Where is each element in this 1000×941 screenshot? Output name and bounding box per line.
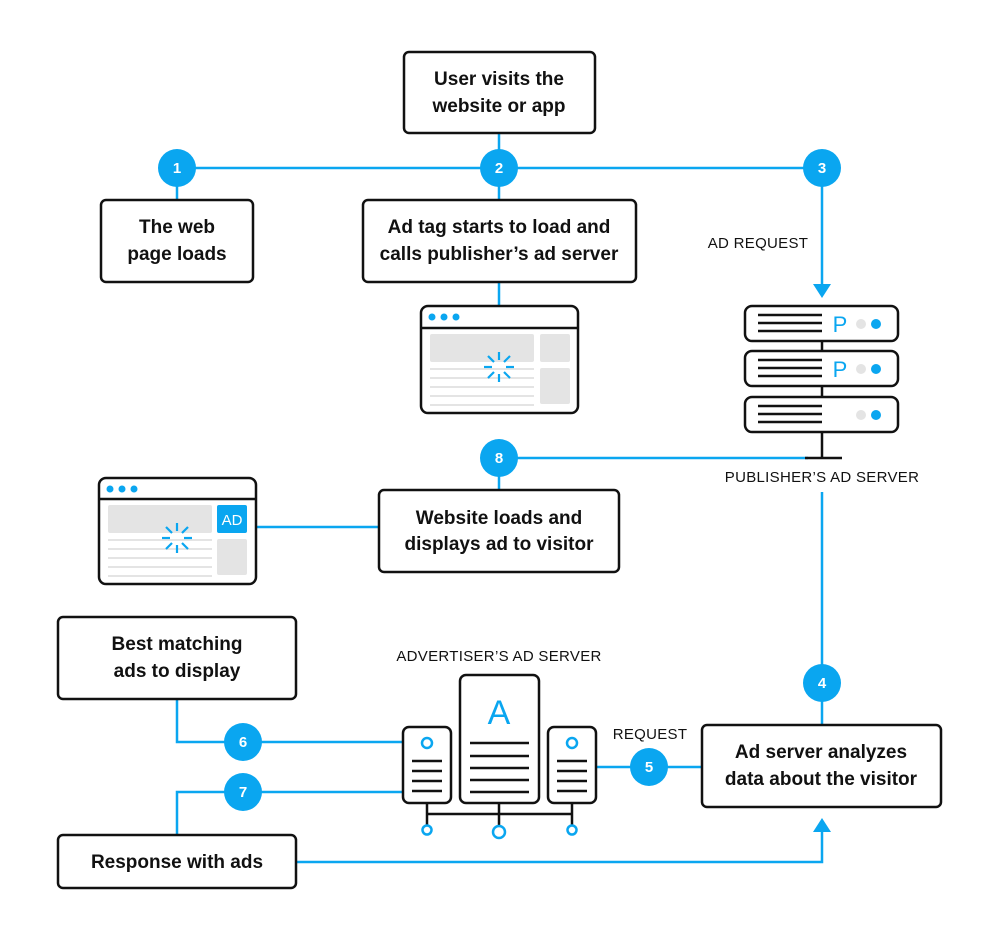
step-number: 1 [173,160,181,177]
advertiser-letter: A [488,694,511,732]
request-label: REQUEST [613,726,688,743]
box-text: Ad tag starts to load and [388,217,611,238]
box-text: ads to display [114,661,241,682]
step-number: 2 [495,160,503,177]
advertiser-server-icon: A [401,673,598,840]
step-number: 4 [818,675,827,692]
box-text: calls publisher’s ad server [380,244,619,265]
box-web-page-loads: The web page loads [99,198,255,284]
box-best-matching: Best matching ads to display [56,615,298,701]
advertiser-server-label: ADVERTISER’S AD SERVER [396,648,601,665]
step-number: 3 [818,160,826,177]
box-text: The web [139,217,215,238]
step-2: 2 [480,149,518,187]
arrow-down-icon [813,284,831,298]
box-text: page loads [127,244,226,265]
box-text: data about the visitor [725,769,918,790]
step-1: 1 [158,149,196,187]
step-7: 7 [224,773,262,811]
box-text: Website loads and [416,508,582,529]
publisher-letter: P [833,312,848,337]
box-ad-tag: Ad tag starts to load and calls publishe… [361,198,638,284]
publisher-server-label: PUBLISHER’S AD SERVER [725,469,919,486]
box-user-visits: User visits the website or app [402,50,597,135]
step-3: 3 [803,149,841,187]
step-number: 6 [239,734,247,751]
box-response: Response with ads [56,833,298,890]
server-row: P [743,349,900,388]
ad-badge-text: AD [222,512,243,529]
box-text: Response with ads [91,852,263,873]
step-6: 6 [224,723,262,761]
step-number: 8 [495,450,503,467]
step-number: 7 [239,784,247,801]
publisher-letter: P [833,357,848,382]
ad-request-label: AD REQUEST [708,235,809,252]
box-text: User visits the [434,69,564,90]
step-8: 8 [480,439,518,477]
step-5: 5 [630,748,668,786]
browser-ad-icon: AD [97,476,258,586]
box-text: Best matching [112,634,243,655]
box-text: displays ad to visitor [405,534,595,555]
box-website-displays: Website loads and displays ad to visitor [377,488,621,574]
arrow-up-icon [813,818,831,832]
server-row: P [743,304,900,343]
box-text: website or app [431,96,565,117]
box-analyzes: Ad server analyzes data about the visito… [700,723,943,809]
publisher-server-icon: PP [743,304,900,460]
step-number: 5 [645,759,653,776]
box-text: Ad server analyzes [735,742,907,763]
browser-loading-icon [419,304,580,415]
step-4: 4 [803,664,841,702]
server-row [743,395,900,434]
ad-serving-diagram: User visits the website or app The web p… [56,50,943,890]
